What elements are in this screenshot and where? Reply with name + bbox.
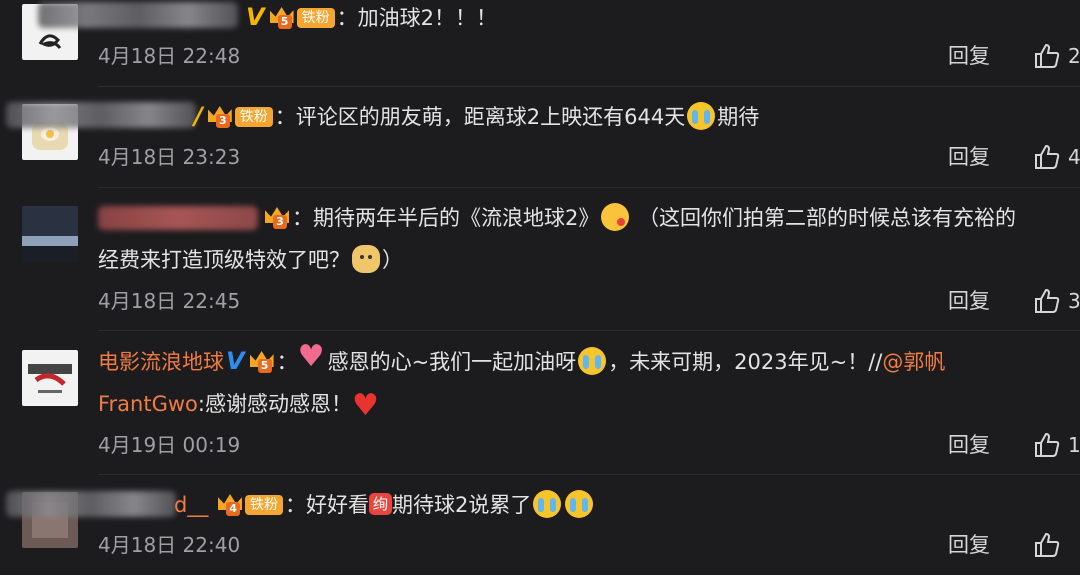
thumbs-up-icon[interactable] bbox=[1033, 531, 1061, 559]
thumbs-up-icon[interactable] bbox=[1033, 287, 1061, 315]
comment-time: 4月18日 22:48 bbox=[98, 44, 241, 68]
blurred-username bbox=[98, 206, 258, 230]
username[interactable]: d__ bbox=[174, 493, 208, 517]
divider bbox=[98, 86, 1080, 87]
verified-v-icon: / bbox=[194, 102, 203, 130]
crown-badge-icon: 3 bbox=[263, 205, 291, 229]
fan-badge: 铁粉 bbox=[234, 107, 273, 127]
avatar[interactable] bbox=[22, 206, 78, 262]
blurred-username bbox=[6, 491, 176, 517]
comment-text-line: d__ 4 铁粉 ：好好看绚期待球2说累了 bbox=[174, 490, 595, 520]
reply-button[interactable]: 回复 bbox=[948, 531, 990, 559]
comment-text: ） bbox=[382, 248, 403, 272]
comment-time: 4月18日 23:23 bbox=[98, 145, 241, 169]
username[interactable]: 电影流浪地球 bbox=[98, 350, 224, 374]
verified-v-icon: V bbox=[246, 3, 265, 31]
blurred-username bbox=[6, 102, 196, 128]
comment-text: ：加油球2！！！ bbox=[336, 6, 497, 30]
comment-text: （这回你们拍第二部的时候总该有充裕的 bbox=[638, 206, 1017, 230]
crown-badge-icon: 4 bbox=[216, 492, 244, 516]
reply-button[interactable]: 回复 bbox=[948, 287, 990, 315]
comment-text-line: /3 铁粉 ：评论区的朋友萌，距离球2上映还有644天 期待 bbox=[192, 101, 759, 132]
crown-badge-icon: 5 bbox=[268, 5, 296, 29]
comment-text: 期待球2说累了 bbox=[392, 493, 532, 517]
reply-button[interactable]: 回复 bbox=[948, 143, 990, 171]
crying-emoji-icon bbox=[687, 102, 716, 130]
verified-v-icon: V bbox=[226, 347, 245, 375]
reply-button[interactable]: 回复 bbox=[948, 431, 990, 459]
divider bbox=[98, 474, 1080, 475]
reply-button[interactable]: 回复 bbox=[948, 42, 990, 70]
fan-badge: 铁粉 bbox=[245, 495, 284, 515]
comment-time: 4月18日 22:40 bbox=[98, 533, 241, 557]
like-count: 1 bbox=[1068, 433, 1080, 457]
comment-time: 4月18日 22:45 bbox=[98, 289, 241, 313]
pink-heart-icon bbox=[298, 342, 326, 374]
comment-text: ： bbox=[276, 350, 298, 374]
red-heart-icon: ♥ bbox=[351, 388, 379, 423]
comment-text: 期待 bbox=[717, 105, 760, 129]
comment-text: ：期待两年半后的《流浪地球2》 bbox=[292, 206, 600, 230]
comment-text: ：好好看 bbox=[285, 493, 370, 517]
comment-text-line: 3 ：期待两年半后的《流浪地球2》 （这回你们拍第二部的时候总该有充裕的 bbox=[262, 203, 1016, 233]
avatar-night-icon bbox=[22, 206, 78, 262]
comment-text-line: V 5 铁粉 ：加油球2！！！ bbox=[244, 2, 497, 33]
comment-time: 4月19日 00:19 bbox=[98, 433, 241, 457]
sticker-icon: 绚 bbox=[369, 493, 393, 515]
crown-badge-icon: 3 bbox=[206, 104, 234, 128]
comment-text-line: 经费来打造顶级特效了吧？ ） bbox=[98, 245, 403, 275]
kiss-emoji-icon bbox=[601, 203, 630, 231]
comment-text-line: FrantGwo:感谢感动感恩！♥ bbox=[98, 389, 379, 421]
comment-text: ，未来可期，2023年见~！// bbox=[608, 350, 883, 374]
avatar[interactable] bbox=[22, 350, 78, 406]
comment-text: :感谢感动感恩！ bbox=[197, 392, 352, 416]
movie-logo-icon bbox=[28, 364, 72, 393]
divider bbox=[98, 330, 1080, 331]
like-count: 4 bbox=[1068, 145, 1080, 169]
crying-emoji-icon bbox=[533, 490, 562, 518]
mention-link[interactable]: @郭帆 bbox=[882, 350, 945, 374]
thumbs-up-icon[interactable] bbox=[1033, 42, 1061, 70]
crying-emoji-icon bbox=[565, 490, 594, 518]
comment-text: 感恩的心~我们一起加油呀 bbox=[327, 350, 577, 374]
comment-text: 经费来打造顶级特效了吧？ bbox=[98, 248, 350, 272]
comment-text-line: 电影流浪地球V5： 感恩的心~我们一起加油呀 ，未来可期，2023年见~！//@郭帆 bbox=[98, 342, 945, 377]
thumbs-up-icon[interactable] bbox=[1033, 143, 1061, 171]
mention-link[interactable]: FrantGwo bbox=[98, 392, 198, 416]
doge-emoji-icon bbox=[352, 245, 380, 273]
like-count: 3 bbox=[1068, 289, 1080, 313]
crown-badge-icon: 5 bbox=[248, 349, 276, 373]
like-count: 2 bbox=[1068, 44, 1080, 68]
blurred-username bbox=[38, 2, 238, 28]
comment-text: ：评论区的朋友萌，距离球2上映还有644天 bbox=[274, 105, 686, 129]
thumbs-up-icon[interactable] bbox=[1033, 431, 1061, 459]
divider bbox=[98, 187, 1080, 188]
fan-badge: 铁粉 bbox=[296, 8, 335, 28]
crying-emoji-icon bbox=[578, 347, 607, 375]
